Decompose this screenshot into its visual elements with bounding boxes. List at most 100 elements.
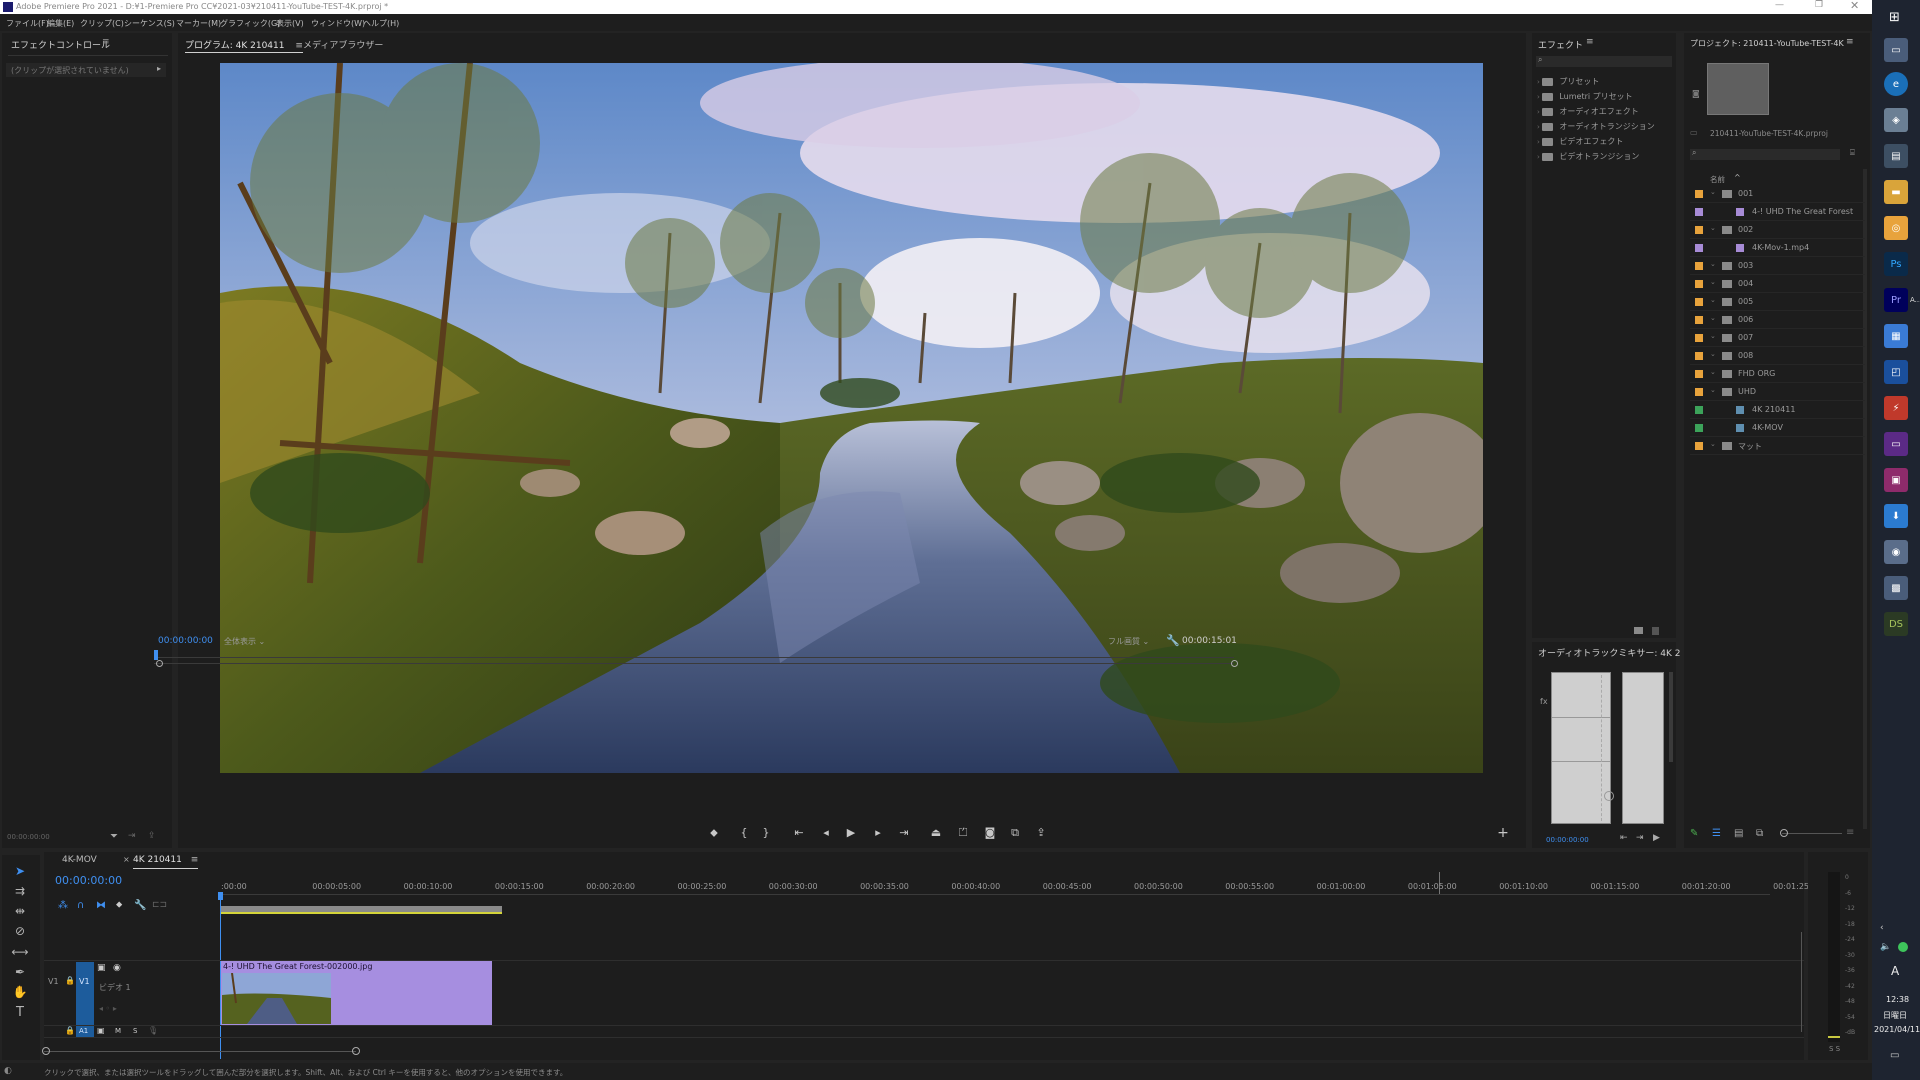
sync-lock-icon[interactable]: ▣ bbox=[97, 1026, 105, 1035]
audio-mixer-title[interactable]: オーディオトラックミキサー: 4K 2 bbox=[1538, 646, 1680, 659]
program-timecode[interactable]: 00:00:00:00 bbox=[158, 636, 213, 646]
chevron-down-icon[interactable]: ⌄ bbox=[1710, 296, 1716, 304]
selection-tool-icon[interactable]: ➤ bbox=[11, 863, 29, 879]
comparison-icon[interactable]: ⧉ bbox=[1007, 825, 1023, 841]
close-icon[interactable]: × bbox=[123, 855, 130, 864]
zoom-select[interactable]: 全体表示 ⌄ bbox=[224, 636, 265, 647]
label-color-swatch[interactable] bbox=[1695, 280, 1703, 288]
scrub-bar[interactable] bbox=[154, 657, 1234, 658]
label-color-swatch[interactable] bbox=[1695, 244, 1703, 252]
windows-start-icon[interactable]: ⊞ bbox=[1889, 10, 1900, 25]
menu-sequence[interactable]: シーケンス(S) bbox=[124, 18, 175, 29]
ripple-edit-tool-icon[interactable]: ⇹ bbox=[11, 903, 29, 919]
chevron-down-icon[interactable]: ⌄ bbox=[1710, 350, 1716, 358]
tab-program[interactable]: プログラム: 4K 210411 ≡ bbox=[185, 33, 303, 53]
camera-icon[interactable]: ◙ bbox=[982, 825, 998, 841]
app-icon[interactable]: ▤ bbox=[1884, 144, 1908, 168]
zoom-bar[interactable] bbox=[154, 663, 1234, 664]
mixer-scrollbar[interactable] bbox=[1669, 672, 1673, 762]
label-color-swatch[interactable] bbox=[1695, 316, 1703, 324]
playhead[interactable] bbox=[154, 650, 158, 660]
filter-icon[interactable]: ⏷ bbox=[110, 831, 118, 842]
new-bin-icon[interactable] bbox=[1634, 627, 1643, 634]
chevron-down-icon[interactable]: ⌄ bbox=[1710, 224, 1716, 232]
app-icon[interactable]: ▭ bbox=[1884, 432, 1908, 456]
meter-solo-labels[interactable]: S S bbox=[1829, 1045, 1840, 1053]
menu-graphics[interactable]: グラフィック(G) bbox=[220, 18, 280, 29]
wrench-icon[interactable]: 🔧 bbox=[134, 900, 146, 911]
app-icon[interactable]: ▩ bbox=[1884, 576, 1908, 600]
project-title[interactable]: プロジェクト: 210411-YouTube-TEST-4K bbox=[1690, 38, 1844, 49]
restore-button[interactable]: ❐ bbox=[1815, 0, 1823, 10]
panel-menu-icon[interactable]: ≡ bbox=[295, 41, 303, 51]
label-color-swatch[interactable] bbox=[1695, 226, 1703, 234]
chevron-down-icon[interactable]: ⌄ bbox=[1710, 278, 1716, 286]
clip-selector[interactable]: (クリップが選択されていません) ▸ bbox=[6, 63, 166, 77]
download-icon[interactable]: ⬇ bbox=[1884, 504, 1908, 528]
go-to-out-icon[interactable]: ⇥ bbox=[896, 825, 912, 841]
play-icon[interactable]: ▶ bbox=[1653, 833, 1660, 843]
project-item[interactable]: ⌄ 001 bbox=[1690, 186, 1865, 203]
scroll-handle-left[interactable] bbox=[42, 1047, 50, 1055]
microphone-icon[interactable]: 🎙 bbox=[148, 1026, 158, 1035]
video-frame[interactable] bbox=[220, 63, 1483, 773]
project-item[interactable]: ⌄ 005 bbox=[1690, 294, 1865, 311]
go-to-in-icon[interactable]: ⇤ bbox=[791, 825, 807, 841]
app-icon[interactable]: ◈ bbox=[1884, 108, 1908, 132]
effects-search-input[interactable]: ⌕ bbox=[1536, 55, 1672, 67]
project-item[interactable]: ⌄ 008 bbox=[1690, 348, 1865, 365]
zoom-handle-left[interactable] bbox=[156, 660, 163, 667]
label-color-swatch[interactable] bbox=[1695, 370, 1703, 378]
label-color-swatch[interactable] bbox=[1695, 352, 1703, 360]
mark-in-icon[interactable]: { bbox=[736, 825, 752, 841]
project-item[interactable]: ⌄ 006 bbox=[1690, 312, 1865, 329]
edge-icon[interactable]: e bbox=[1884, 72, 1908, 96]
slider-handle[interactable] bbox=[1780, 829, 1788, 837]
effect-controls-title[interactable]: エフェクトコントロール bbox=[11, 38, 110, 51]
track-target-a1[interactable]: A1 bbox=[76, 1026, 94, 1037]
linked-selection-icon[interactable]: ⧓ bbox=[96, 900, 106, 911]
line-icon[interactable] bbox=[1898, 942, 1908, 952]
snap-icon[interactable]: ∩ bbox=[77, 900, 84, 911]
file-explorer-icon[interactable]: ▬ bbox=[1884, 180, 1908, 204]
menu-view[interactable]: 表示(V) bbox=[276, 18, 304, 29]
effects-item-audio-effects[interactable]: › オーディオエフェクト bbox=[1537, 106, 1639, 119]
label-color-swatch[interactable] bbox=[1695, 442, 1703, 450]
new-bin-search-icon[interactable]: ⌸ bbox=[1850, 148, 1855, 158]
mixer-timecode[interactable]: 00:00:00:00 bbox=[1546, 836, 1589, 844]
tab-timeline-4k-210411[interactable]: 4K 210411 ≡ bbox=[133, 852, 199, 869]
project-item[interactable]: ⌄ 004 bbox=[1690, 276, 1865, 293]
label-color-swatch[interactable] bbox=[1695, 424, 1703, 432]
captions-icon[interactable]: ⊏⊐ bbox=[152, 900, 167, 910]
go-to-out-icon[interactable]: ⇥ bbox=[1636, 833, 1644, 843]
chevron-down-icon[interactable]: ⌄ bbox=[1710, 188, 1716, 196]
project-item[interactable]: 4K-Mov-1.mp4 bbox=[1690, 240, 1865, 257]
app-icon[interactable]: ▣ bbox=[1884, 468, 1908, 492]
mixer-channel-1[interactable] bbox=[1551, 672, 1614, 824]
track-target-v1[interactable]: V1 bbox=[76, 962, 94, 1025]
project-item[interactable]: 4K 210411 bbox=[1690, 402, 1865, 419]
project-item[interactable]: ⌄ FHD ORG bbox=[1690, 366, 1865, 383]
panel-menu-icon[interactable]: ≡ bbox=[102, 37, 110, 47]
menu-window[interactable]: ウィンドウ(W) bbox=[311, 18, 365, 29]
menu-marker[interactable]: マーカー(M) bbox=[176, 18, 221, 29]
premiere-pro-icon[interactable]: Pr bbox=[1884, 288, 1908, 312]
app-icon[interactable]: ◎ bbox=[1884, 216, 1908, 240]
menu-clip[interactable]: クリップ(C) bbox=[80, 18, 124, 29]
lock-icon[interactable]: 🔒 bbox=[65, 1026, 75, 1035]
photoshop-icon[interactable]: Ps bbox=[1884, 252, 1908, 276]
work-area-bar[interactable] bbox=[221, 906, 502, 914]
app-icon[interactable]: ◰ bbox=[1884, 360, 1908, 384]
project-search-input[interactable]: ⌕ bbox=[1690, 148, 1840, 160]
project-item[interactable]: ⌄ 003 bbox=[1690, 258, 1865, 275]
scroll-handle-right[interactable] bbox=[352, 1047, 360, 1055]
step-back-icon[interactable]: ◂ bbox=[818, 825, 834, 841]
ime-indicator[interactable]: A bbox=[1891, 964, 1899, 978]
chevron-down-icon[interactable]: ⌄ bbox=[1710, 440, 1716, 448]
menu-help[interactable]: ヘルプ(H) bbox=[363, 18, 399, 29]
chevron-left-icon[interactable]: ‹ bbox=[1880, 923, 1884, 933]
freeform-view-icon[interactable]: ⧉ bbox=[1756, 828, 1763, 839]
pan-knob[interactable] bbox=[1604, 791, 1614, 801]
app-icon-ds[interactable]: DS bbox=[1884, 612, 1908, 636]
pencil-icon[interactable]: ✎ bbox=[1690, 828, 1698, 839]
